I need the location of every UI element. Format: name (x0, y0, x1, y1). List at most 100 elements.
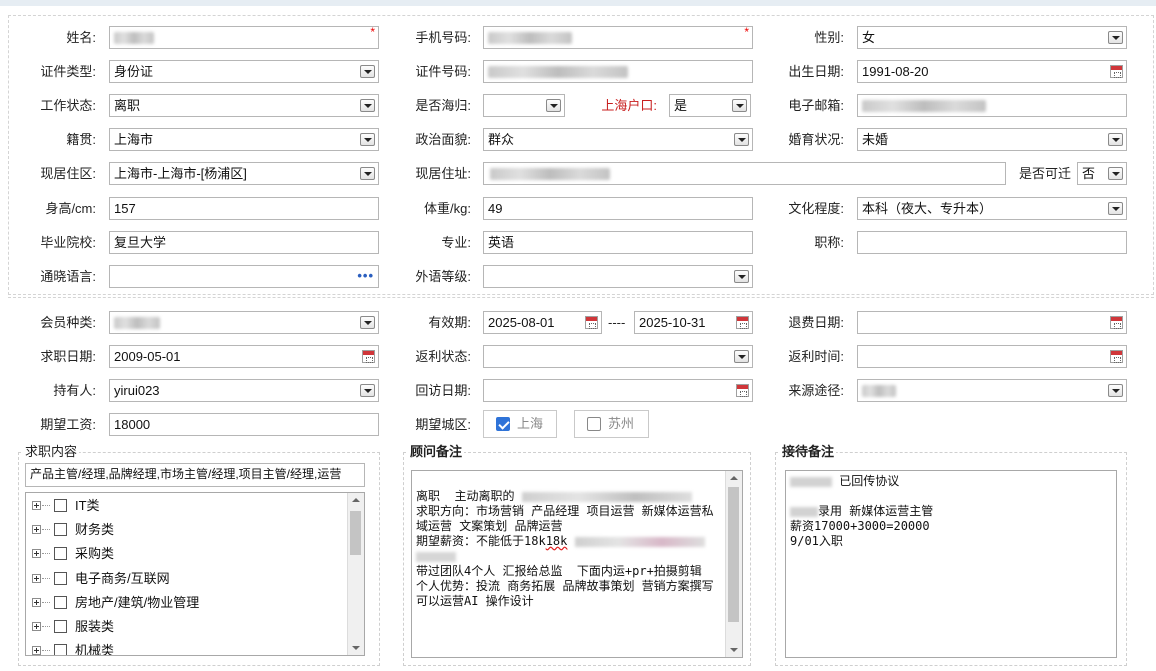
chevron-down-icon[interactable] (360, 65, 375, 78)
city-checkbox-suzhou[interactable]: 苏州 (574, 410, 649, 438)
chevron-down-icon[interactable] (546, 99, 561, 112)
tree-scrollbar[interactable] (347, 493, 364, 655)
refund-date-field[interactable] (857, 311, 1127, 334)
calendar-icon[interactable] (1110, 316, 1123, 329)
calendar-icon[interactable] (1110, 65, 1123, 78)
tree-connector (42, 578, 50, 579)
tree-checkbox[interactable] (54, 523, 67, 536)
chevron-down-icon[interactable] (734, 270, 749, 283)
scroll-thumb[interactable] (350, 511, 361, 555)
valid-to-field[interactable]: 2025-10-31 (634, 311, 753, 334)
job-title-field[interactable] (857, 231, 1127, 254)
political-status-select[interactable]: 群众 (483, 128, 753, 151)
job-content-summary[interactable]: 产品主管/经理,品牌经理,市场主管/经理,项目主管/经理,运营 (25, 463, 365, 487)
school-field[interactable]: 复旦大学 (109, 231, 379, 254)
chevron-down-icon[interactable] (360, 384, 375, 397)
calendar-icon[interactable] (585, 316, 598, 329)
expand-icon[interactable] (32, 574, 41, 583)
languages-field[interactable]: ••• (109, 265, 379, 288)
residence-area-select[interactable]: 上海市-上海市-[杨浦区] (109, 162, 379, 185)
rebate-time-field[interactable] (857, 345, 1127, 368)
tree-item-label: 采购类 (75, 546, 115, 561)
height-field[interactable]: 157 (109, 197, 379, 220)
shanghai-hukou-select[interactable]: 是 (669, 94, 751, 117)
scroll-down-icon[interactable] (352, 646, 360, 650)
job-category-tree[interactable]: IT类 财务类 采购类 电子商务/互联网 房地产/建筑/物业管理 服装类 机械类 (25, 492, 365, 656)
tree-connector (42, 602, 50, 603)
chevron-down-icon[interactable] (732, 99, 747, 112)
relocate-label: 是否可迁 (1019, 166, 1072, 181)
gender-select[interactable]: 女 (857, 26, 1127, 49)
name-field[interactable]: * (109, 26, 379, 49)
scroll-down-icon[interactable] (730, 648, 738, 652)
chevron-down-icon[interactable] (734, 350, 749, 363)
valid-from-field[interactable]: 2025-08-01 (483, 311, 602, 334)
redacted-text (862, 385, 896, 397)
tree-item-label: IT类 (75, 498, 100, 513)
tree-checkbox[interactable] (54, 644, 67, 655)
weight-field[interactable]: 49 (483, 197, 753, 220)
chevron-down-icon[interactable] (1108, 167, 1123, 180)
expand-icon[interactable] (32, 622, 41, 631)
tree-checkbox[interactable] (54, 620, 67, 633)
id-number-field[interactable] (483, 60, 753, 83)
email-field[interactable] (857, 94, 1127, 117)
chevron-down-icon[interactable] (360, 316, 375, 329)
revisit-date-field[interactable] (483, 379, 753, 402)
tree-checkbox[interactable] (54, 596, 67, 609)
education-select[interactable]: 本科（夜大、专升本） (857, 197, 1127, 220)
chevron-down-icon[interactable] (734, 133, 749, 146)
member-type-select[interactable] (109, 311, 379, 334)
calendar-icon[interactable] (362, 350, 375, 363)
chevron-down-icon[interactable] (360, 133, 375, 146)
chevron-down-icon[interactable] (1108, 133, 1123, 146)
major-field[interactable]: 英语 (483, 231, 753, 254)
scroll-thumb[interactable] (728, 487, 739, 622)
residence-address-field[interactable] (483, 162, 1006, 185)
tree-item-label: 财务类 (75, 522, 115, 537)
job-date-field[interactable]: 2009-05-01 (109, 345, 379, 368)
scroll-up-icon[interactable] (730, 476, 738, 480)
chevron-down-icon[interactable] (1108, 202, 1123, 215)
native-place-select[interactable]: 上海市 (109, 128, 379, 151)
chevron-down-icon[interactable] (360, 99, 375, 112)
holder-select[interactable]: yirui023 (109, 379, 379, 402)
chevron-down-icon[interactable] (1108, 31, 1123, 44)
foreign-level-label: 外语等级: (415, 269, 471, 284)
advisor-notes-textarea[interactable]: 离职 主动离职的 求职方向：市场营销 产品经理 项目运营 新媒体运营私域运营 文… (411, 470, 743, 658)
expand-icon[interactable] (32, 646, 41, 655)
city-checkbox-shanghai[interactable]: 上海 (483, 410, 557, 438)
calendar-icon[interactable] (736, 316, 749, 329)
scroll-up-icon[interactable] (352, 498, 360, 502)
chevron-down-icon[interactable] (360, 167, 375, 180)
salary-value: 18000 (114, 417, 151, 432)
tree-checkbox[interactable] (54, 572, 67, 585)
residence-area-label: 现居住区: (40, 166, 96, 181)
source-select[interactable] (857, 379, 1127, 402)
chevron-down-icon[interactable] (1108, 384, 1123, 397)
work-status-select[interactable]: 离职 (109, 94, 379, 117)
rebate-status-select[interactable] (483, 345, 753, 368)
overseas-select[interactable] (483, 94, 565, 117)
expand-icon[interactable] (32, 501, 41, 510)
tree-checkbox[interactable] (54, 547, 67, 560)
expand-icon[interactable] (32, 598, 41, 607)
languages-label: 通晓语言: (40, 269, 96, 284)
marital-status-label: 婚育状况: (788, 132, 844, 147)
tree-checkbox[interactable] (54, 499, 67, 512)
birth-date-field[interactable]: 1991-08-20 (857, 60, 1127, 83)
more-icon[interactable]: ••• (357, 269, 374, 283)
calendar-icon[interactable] (736, 384, 749, 397)
marital-status-select[interactable]: 未婚 (857, 128, 1127, 151)
calendar-icon[interactable] (1110, 350, 1123, 363)
foreign-level-select[interactable] (483, 265, 753, 288)
relocate-select[interactable]: 否 (1077, 162, 1127, 185)
expand-icon[interactable] (32, 549, 41, 558)
reception-notes-textarea[interactable]: 已回传协议 录用 新媒体运营主管 薪资17000+3000=20000 9/01… (785, 470, 1117, 658)
salary-field[interactable]: 18000 (109, 413, 379, 436)
expand-icon[interactable] (32, 525, 41, 534)
notes-scrollbar[interactable] (725, 471, 742, 657)
phone-field[interactable]: * (483, 26, 753, 49)
id-type-select[interactable]: 身份证 (109, 60, 379, 83)
advisor-line-6: 个人优势：投流 商务拓展 品牌故事策划 营销方案撰写 可以运营AI 操作设计 (416, 579, 721, 608)
